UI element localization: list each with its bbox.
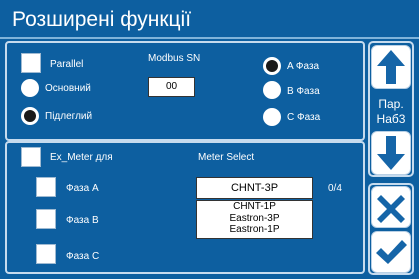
- checkmark-icon: [376, 240, 407, 264]
- meter-option[interactable]: CHNT-1P: [197, 201, 312, 213]
- meter-count: 0/4: [328, 183, 342, 194]
- meter-phase-c-label: Фаза C: [66, 251, 100, 262]
- phase-a-radio[interactable]: [263, 57, 281, 75]
- meter-phase-b-label: Фаза B: [66, 215, 99, 226]
- modbus-sn-label: Modbus SN: [148, 53, 201, 64]
- phase-c-radio[interactable]: [263, 108, 281, 126]
- close-icon: [377, 195, 405, 223]
- page-up-button[interactable]: [371, 45, 411, 89]
- header-divider: [0, 37, 419, 39]
- ex-meter-checkbox[interactable]: [21, 147, 41, 167]
- meter-option[interactable]: Eastron-1P: [197, 224, 312, 236]
- slave-label: Підлеглий: [45, 111, 93, 122]
- meter-phase-a-checkbox[interactable]: [36, 177, 56, 197]
- modbus-sn-input[interactable]: 00: [148, 77, 195, 97]
- confirm-button[interactable]: [371, 231, 411, 273]
- slave-radio[interactable]: [21, 107, 39, 125]
- phase-a-radio-label: A Фаза: [287, 61, 320, 72]
- meter-phase-a-label: Фаза A: [66, 183, 99, 194]
- meter-phase-c-checkbox[interactable]: [36, 244, 56, 264]
- parallel-label: Parallel: [50, 59, 84, 70]
- parallel-checkbox[interactable]: [21, 53, 41, 73]
- meter-select-label: Meter Select: [198, 152, 255, 163]
- meter-phase-b-checkbox[interactable]: [36, 209, 56, 229]
- phase-c-radio-label: C Фаза: [287, 112, 321, 123]
- phase-b-radio[interactable]: [263, 81, 281, 99]
- page-down-button[interactable]: [371, 131, 411, 175]
- ex-meter-label: Ex_Meter для: [50, 152, 113, 163]
- cancel-button[interactable]: [371, 186, 411, 228]
- page-label-line2: Наб3: [376, 112, 406, 126]
- page-label-line1: Пар.: [378, 97, 404, 111]
- page-title: Розширені функції: [12, 8, 192, 31]
- master-radio[interactable]: [21, 79, 39, 97]
- meter-select-dropdown[interactable]: CHNT-3P: [196, 177, 313, 199]
- arrow-up-icon: [377, 50, 405, 84]
- screen: Розширені функції Parallel Modbus SN 00 …: [0, 0, 419, 279]
- master-label: Основний: [45, 83, 91, 94]
- meter-options-list: CHNT-1P Eastron-3P Eastron-1P: [196, 200, 313, 239]
- meter-option[interactable]: Eastron-3P: [197, 213, 312, 225]
- phase-b-radio-label: B Фаза: [287, 86, 320, 97]
- arrow-down-icon: [377, 136, 405, 170]
